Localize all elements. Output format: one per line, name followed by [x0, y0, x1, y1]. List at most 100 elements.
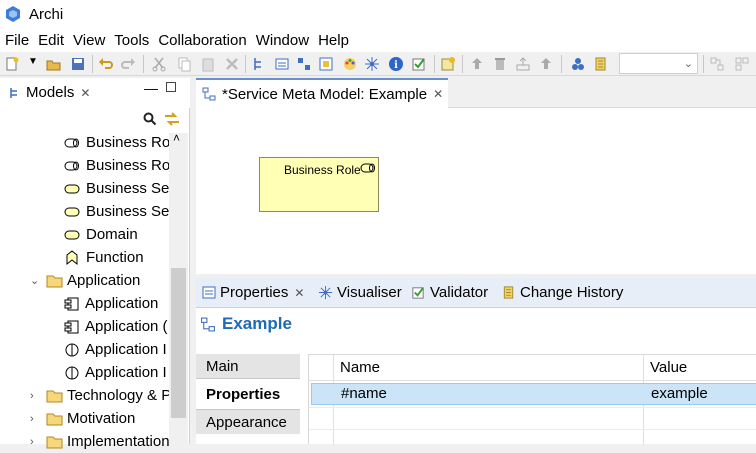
collab-share-icon[interactable]: [570, 56, 586, 72]
menu-file[interactable]: File: [5, 32, 29, 49]
collab-commit-icon[interactable]: [538, 56, 554, 72]
zoom-combo[interactable]: ⌄: [619, 53, 698, 74]
tree-item-business-role-2[interactable]: Business Rol: [64, 154, 174, 177]
tree-folder-application[interactable]: ⌄ Application: [30, 269, 140, 292]
tab-label: Properties: [220, 284, 289, 301]
tree-item-label: Application I: [85, 341, 167, 358]
chevron-right-icon[interactable]: ›: [30, 413, 46, 425]
tree-item-application-interface-1[interactable]: Application I: [64, 338, 167, 361]
property-value-cell[interactable]: example: [651, 385, 708, 402]
tree-item-business-service-1[interactable]: Business Serv: [64, 177, 182, 200]
palette-icon[interactable]: [342, 56, 358, 72]
outline-icon[interactable]: [296, 56, 312, 72]
sidetab-main[interactable]: Main: [196, 354, 300, 379]
diagram-icon: [201, 317, 215, 331]
chevron-down-icon[interactable]: ⌄: [30, 274, 46, 287]
navigator-icon[interactable]: [318, 56, 334, 72]
application-component-icon: [64, 297, 79, 310]
info-icon[interactable]: i: [388, 56, 404, 72]
title-bar: Archi: [0, 0, 756, 28]
collab-upload-icon[interactable]: [515, 56, 531, 72]
tree-folder-implementation[interactable]: › Implementation: [30, 430, 170, 453]
tab-models[interactable]: Models ✕: [8, 84, 90, 101]
minimize-icon[interactable]: —: [144, 80, 158, 96]
tree-item-application-interface-2[interactable]: Application I: [64, 361, 167, 384]
app-title: Archi: [29, 5, 64, 23]
property-name-cell[interactable]: #name: [341, 385, 387, 402]
tree-folder-motivation[interactable]: › Motivation: [30, 407, 135, 430]
tree-folder-technology[interactable]: › Technology & P: [30, 384, 171, 407]
close-icon[interactable]: ✕: [433, 87, 443, 101]
tab-visualiser[interactable]: Visualiser: [318, 284, 402, 301]
tree-item-business-role-1[interactable]: Business Rol: [64, 131, 174, 154]
undo-icon[interactable]: [98, 56, 114, 72]
collab-trash-icon[interactable]: [492, 56, 508, 72]
models-tab-row: Models ✕ —: [0, 78, 190, 108]
business-role-icon: [64, 138, 79, 147]
business-role-element[interactable]: Business Role: [259, 157, 379, 212]
tree-item-label: Business Serv: [86, 203, 182, 220]
sidetab-appearance[interactable]: Appearance: [196, 409, 300, 434]
business-role-icon: [360, 163, 375, 173]
scroll-up-icon[interactable]: ˄: [173, 131, 180, 145]
close-icon[interactable]: ✕: [80, 86, 90, 100]
maximize-icon[interactable]: [166, 82, 176, 92]
script-icon[interactable]: [440, 56, 456, 72]
tree-item-business-service-2[interactable]: Business Serv: [64, 200, 182, 223]
new-icon[interactable]: [4, 56, 20, 72]
chevron-right-icon[interactable]: ›: [30, 436, 46, 448]
search-icon[interactable]: [143, 112, 157, 126]
properties-panel: Properties ✕ Visualiser Validator Change…: [196, 278, 756, 445]
tree-item-domain[interactable]: Domain: [64, 223, 138, 246]
tab-properties[interactable]: Properties ✕: [202, 284, 304, 301]
tab-change-history[interactable]: Change History: [502, 284, 623, 301]
business-service-icon: [64, 184, 80, 193]
menu-view[interactable]: View: [73, 32, 105, 49]
delete-icon[interactable]: [224, 56, 240, 72]
properties-table: Name Value #name example: [308, 354, 756, 445]
models-scrollbar[interactable]: ˄: [169, 131, 188, 444]
align-icon[interactable]: [709, 56, 725, 72]
save-icon[interactable]: [70, 56, 86, 72]
redo-icon[interactable]: [120, 56, 136, 72]
visualiser-icon[interactable]: [364, 56, 380, 72]
chevron-right-icon[interactable]: ›: [30, 390, 46, 402]
close-icon[interactable]: ✕: [294, 286, 304, 300]
domain-icon: [64, 230, 80, 239]
link-to-editor-icon[interactable]: [163, 111, 181, 127]
cut-icon[interactable]: [151, 56, 167, 72]
tab-validator[interactable]: Validator: [411, 284, 488, 301]
tab-service-meta-model[interactable]: *Service Meta Model: Example ✕: [196, 78, 448, 108]
table-row[interactable]: #name example: [311, 383, 756, 405]
menu-edit[interactable]: Edit: [38, 32, 64, 49]
model-tree-icon: [10, 87, 17, 98]
scrollbar-thumb[interactable]: [171, 268, 186, 418]
menu-window[interactable]: Window: [256, 32, 309, 49]
layout-icon[interactable]: [734, 56, 750, 72]
tree-item-label: Application (: [85, 318, 168, 335]
column-header-value[interactable]: Value: [650, 359, 687, 376]
editor-tab-strip: [448, 78, 756, 108]
paste-icon[interactable]: [200, 56, 216, 72]
column-header-name[interactable]: Name: [340, 359, 380, 376]
validator-icon[interactable]: [411, 56, 427, 72]
open-icon[interactable]: [46, 56, 62, 72]
tree-item-label: Technology & P: [67, 387, 172, 404]
dropdown-arrow-icon[interactable]: ▼: [28, 56, 44, 72]
collab-history-icon[interactable]: [593, 56, 609, 72]
menu-collaboration[interactable]: Collaboration: [158, 32, 246, 49]
menu-bar: File Edit View Tools Collaboration Windo…: [0, 28, 756, 52]
tree-item-application-component-1[interactable]: Application: [64, 292, 158, 315]
tree-item-label: Motivation: [67, 410, 136, 427]
menu-help[interactable]: Help: [318, 32, 349, 49]
tree-item-function[interactable]: Function: [64, 246, 144, 269]
sidetab-properties[interactable]: Properties: [196, 382, 300, 407]
collab-import-icon[interactable]: [469, 56, 485, 72]
copy-icon[interactable]: [176, 56, 192, 72]
tree-item-label: Business Serv: [86, 180, 182, 197]
model-tree-icon[interactable]: [252, 56, 268, 72]
properties-icon[interactable]: [274, 56, 290, 72]
folder-icon: [46, 390, 63, 402]
menu-tools[interactable]: Tools: [114, 32, 149, 49]
tree-item-application-component-2[interactable]: Application (: [64, 315, 168, 338]
